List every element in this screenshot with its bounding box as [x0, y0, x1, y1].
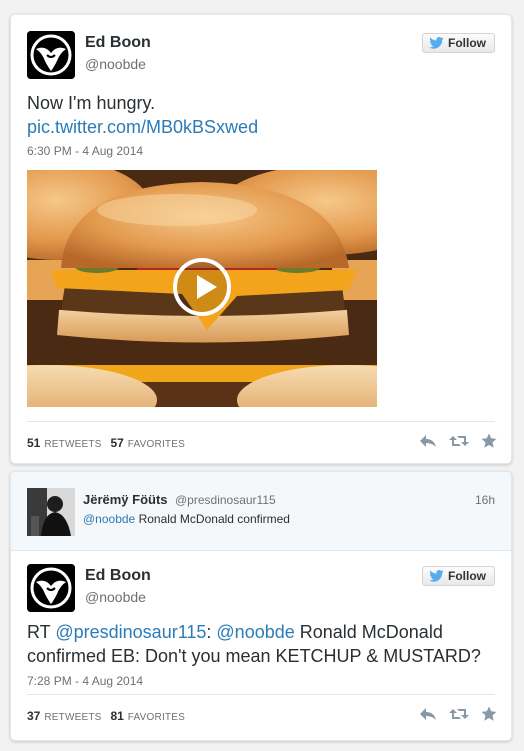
- reply-icon[interactable]: [419, 706, 437, 722]
- avatar-photo-icon: [27, 488, 75, 536]
- follow-button[interactable]: Follow: [422, 566, 495, 586]
- quoted-author-name[interactable]: Jërëmÿ Föüts: [83, 492, 168, 507]
- author-name[interactable]: Ed Boon: [85, 34, 151, 52]
- dragon-logo-icon: [27, 564, 75, 612]
- mention-link[interactable]: @presdinosaur115: [55, 622, 206, 642]
- mention-link[interactable]: @noobde: [83, 512, 135, 526]
- retweet-icon[interactable]: [449, 433, 469, 449]
- tweet-actions: [419, 706, 497, 722]
- tweet-text: Now I'm hungry. pic.twitter.com/MB0kBSxw…: [27, 91, 495, 139]
- tweet-actions: [419, 433, 497, 449]
- quoted-text: @noobde Ronald McDonald confirmed: [83, 512, 290, 526]
- author-handle[interactable]: @noobde: [85, 589, 146, 605]
- avatar[interactable]: [27, 31, 75, 79]
- media-link[interactable]: pic.twitter.com/MB0kBSxwed: [27, 115, 495, 139]
- quoted-time[interactable]: 16h: [475, 493, 495, 507]
- quoted-tweet[interactable]: Jërëmÿ Föüts @presdinosaur115 16h @noobd…: [11, 472, 511, 551]
- follow-label: Follow: [448, 569, 486, 583]
- tweet-text-line-1: RT @presdinosaur115: @noobde Ronald McDo…: [27, 620, 495, 644]
- favorites-label[interactable]: FAVORITES: [128, 712, 185, 723]
- star-icon[interactable]: [481, 706, 497, 722]
- author-handle[interactable]: @noobde: [85, 56, 146, 72]
- follow-button[interactable]: Follow: [422, 33, 495, 53]
- quoted-author-handle[interactable]: @presdinosaur115: [175, 493, 276, 507]
- tweet-timestamp[interactable]: 7:28 PM - 4 Aug 2014: [27, 674, 143, 688]
- twitter-bird-icon: [429, 570, 444, 582]
- tweet-card: Ed Boon @noobde Follow Now I'm hungry. p…: [10, 14, 512, 464]
- twitter-bird-icon: [429, 37, 444, 49]
- retweets-label[interactable]: RETWEETS: [44, 439, 101, 450]
- colon: :: [206, 622, 217, 642]
- play-icon[interactable]: [173, 258, 231, 316]
- retweet-card: Jërëmÿ Föüts @presdinosaur115 16h @noobd…: [10, 471, 512, 741]
- tweet-text: RT @presdinosaur115: @noobde Ronald McDo…: [27, 620, 495, 668]
- quoted-avatar[interactable]: [27, 488, 75, 536]
- divider: [27, 421, 495, 422]
- tweet-text-line-2: confirmed EB: Don't you mean KETCHUP & M…: [27, 646, 481, 666]
- retweet-icon[interactable]: [449, 706, 469, 722]
- rt-prefix: RT: [27, 622, 56, 642]
- divider: [27, 694, 495, 695]
- tweet-stats: 37 RETWEETS 81 FAVORITES: [27, 709, 185, 723]
- avatar[interactable]: [27, 564, 75, 612]
- favorites-label[interactable]: FAVORITES: [128, 439, 185, 450]
- retweets-label[interactable]: RETWEETS: [44, 712, 101, 723]
- tweet-header: Ed Boon @noobde Follow: [27, 31, 495, 81]
- tweet-stats: 51 RETWEETS 57 FAVORITES: [27, 436, 185, 450]
- follow-label: Follow: [448, 36, 486, 50]
- quoted-text-body: Ronald McDonald confirmed: [135, 512, 290, 526]
- dragon-logo-icon: [27, 31, 75, 79]
- text-rest: Ronald McDonald: [294, 622, 443, 642]
- retweets-count[interactable]: 51: [27, 436, 40, 450]
- retweets-count[interactable]: 37: [27, 709, 40, 723]
- tweet-header: Ed Boon @noobde Follow: [27, 564, 495, 614]
- mention-link[interactable]: @noobde: [216, 622, 294, 642]
- favorites-count[interactable]: 81: [110, 709, 123, 723]
- author-name[interactable]: Ed Boon: [85, 567, 151, 585]
- star-icon[interactable]: [481, 433, 497, 449]
- favorites-count[interactable]: 57: [110, 436, 123, 450]
- reply-icon[interactable]: [419, 433, 437, 449]
- tweet-timestamp[interactable]: 6:30 PM - 4 Aug 2014: [27, 144, 143, 158]
- video-thumbnail[interactable]: [27, 170, 377, 407]
- tweet-text-line: Now I'm hungry.: [27, 93, 156, 113]
